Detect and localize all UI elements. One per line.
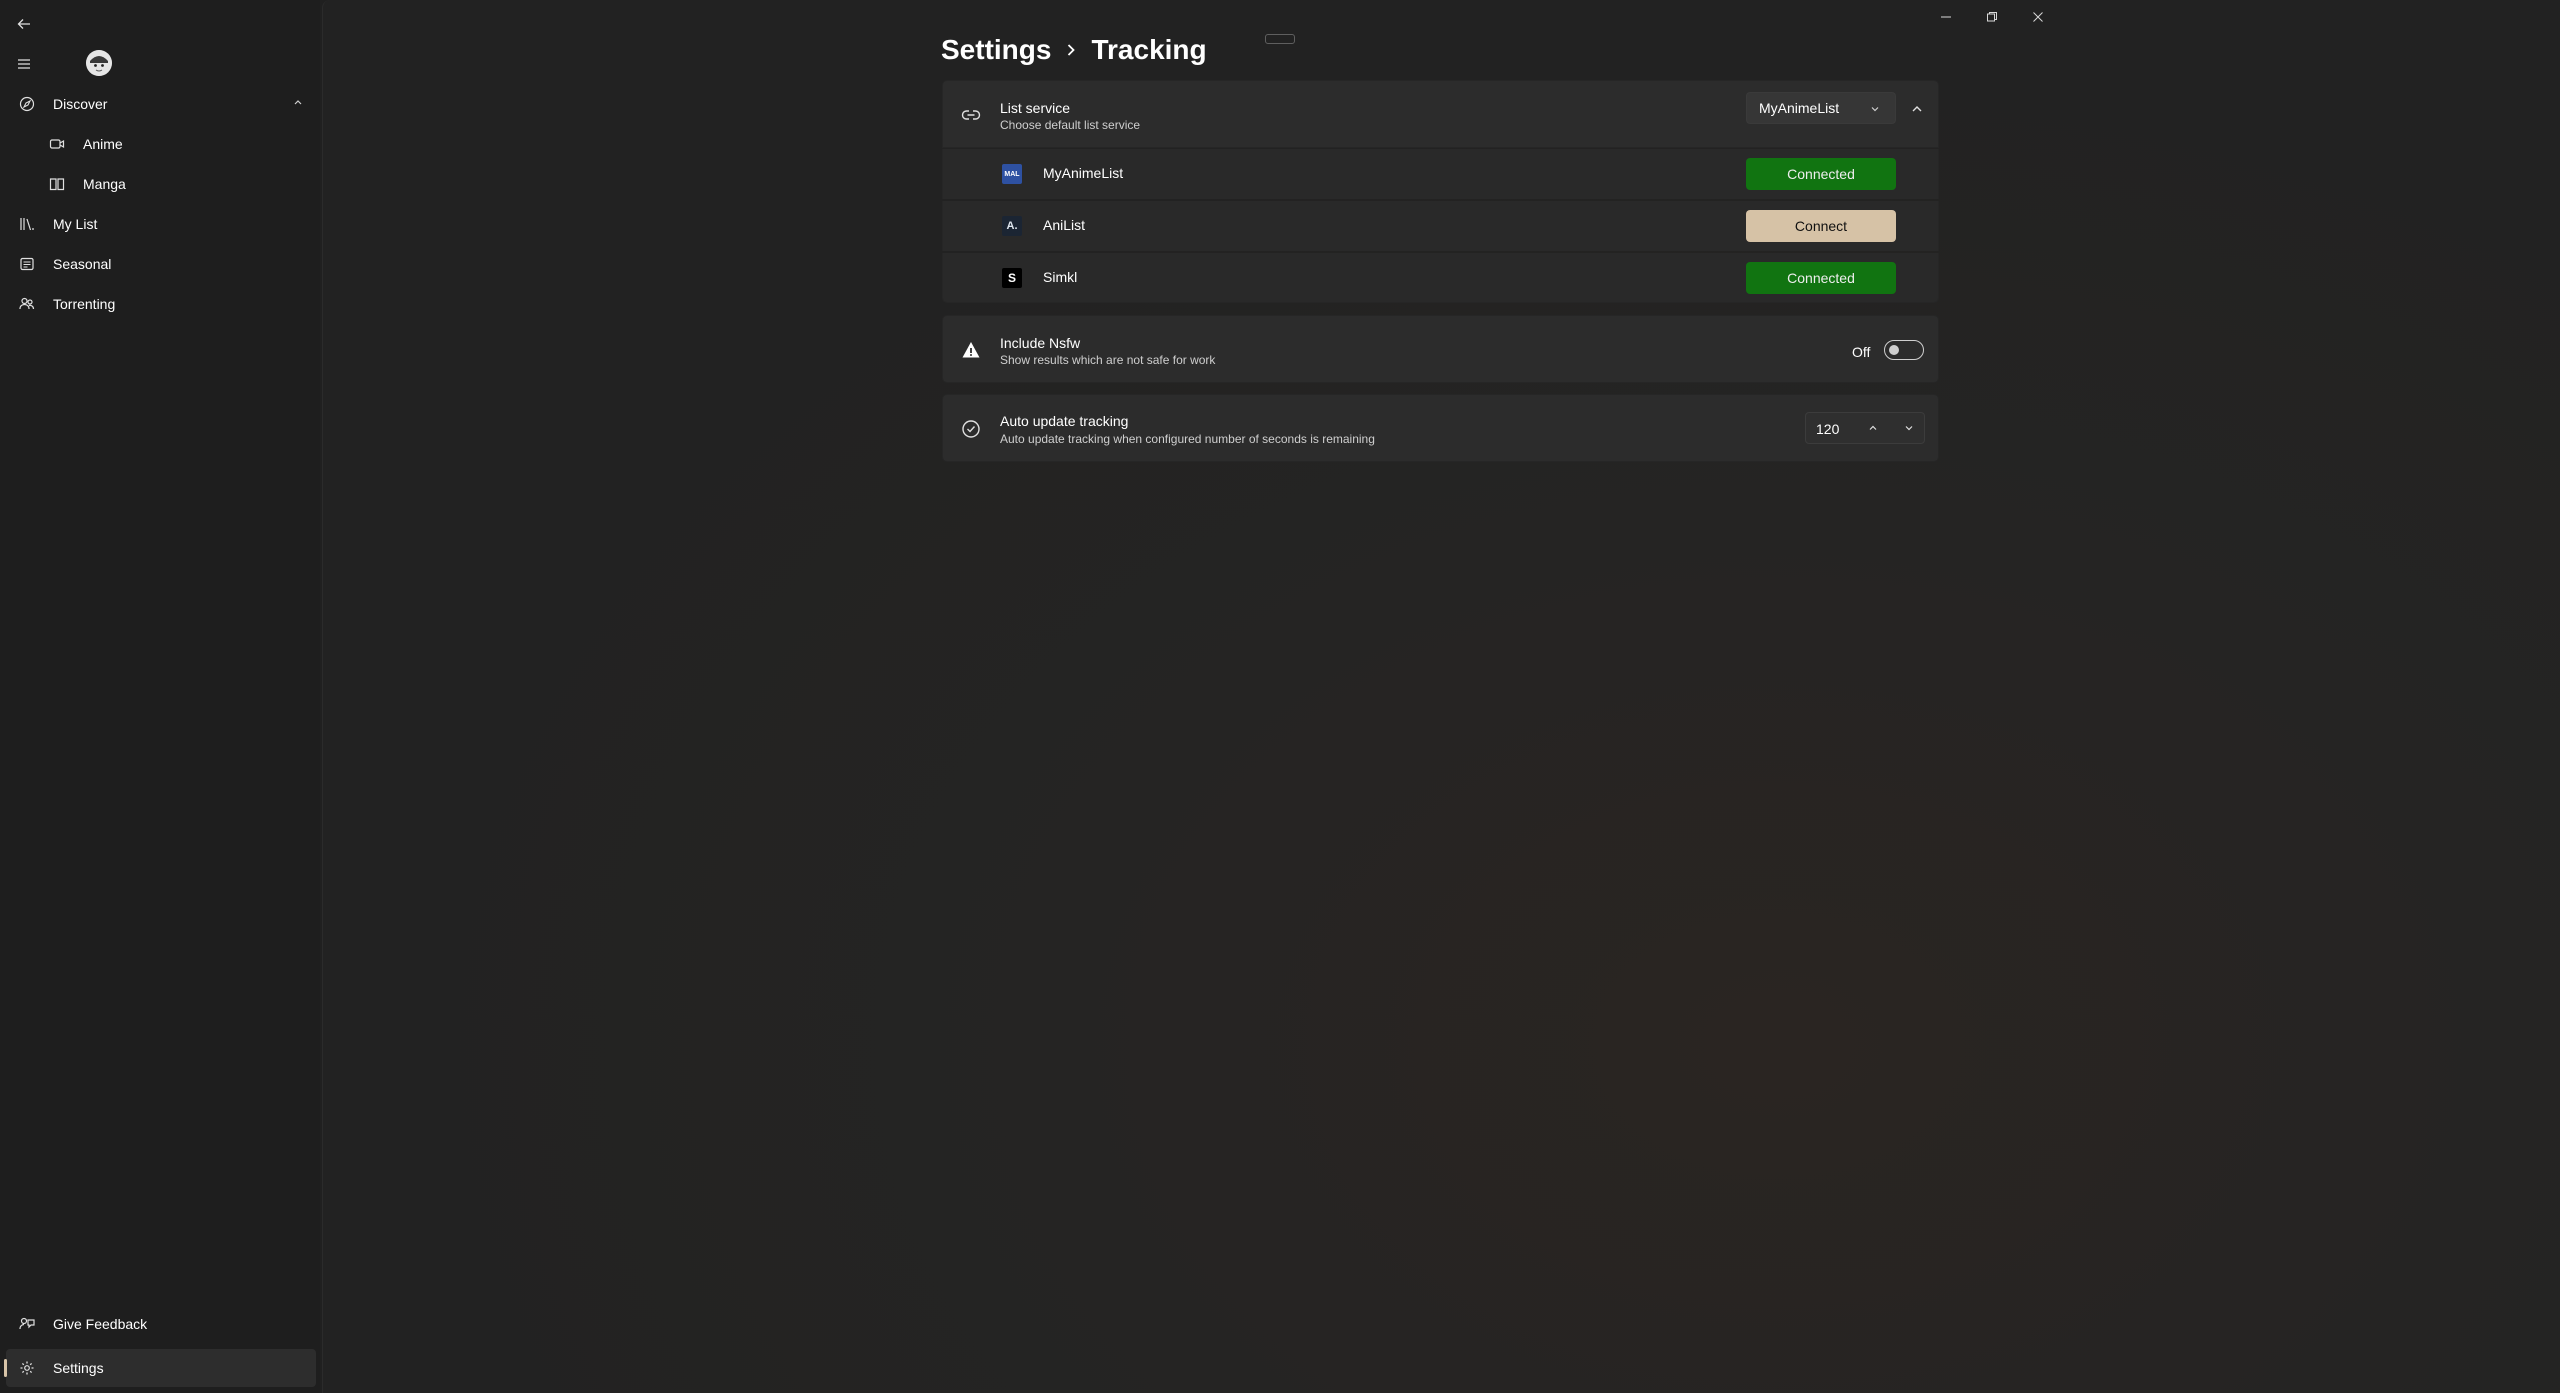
collapse-button[interactable]	[1903, 95, 1931, 123]
discover-icon	[16, 93, 38, 115]
toggle-state-label: Off	[1852, 344, 1871, 360]
anilist-logo-icon: A.	[1002, 216, 1022, 236]
sidebar-item-label: Torrenting	[53, 296, 116, 312]
hamburger-icon	[18, 59, 30, 69]
back-arrow-icon	[17, 19, 30, 29]
list-service-description: Choose default list service	[1000, 118, 1141, 132]
warning-icon	[959, 338, 983, 362]
restore-button[interactable]	[1969, 2, 2015, 32]
minimize-icon	[1941, 16, 1951, 18]
chevron-right-icon	[1065, 43, 1077, 57]
checkmark-circle-icon	[959, 417, 983, 441]
link-icon	[959, 103, 983, 127]
list-service-title: List service	[1000, 100, 1071, 116]
service-name: MyAnimeList	[1043, 165, 1124, 181]
sidebar-item-label: Settings	[53, 1360, 104, 1376]
minimize-button[interactable]	[1923, 2, 1969, 32]
chevron-up-icon	[1869, 425, 1877, 430]
breadcrumb-settings[interactable]: Settings	[941, 34, 1051, 66]
include-nsfw-title: Include Nsfw	[1000, 335, 1081, 351]
sidebar-item-label: Give Feedback	[53, 1316, 148, 1332]
close-icon	[2033, 12, 2043, 22]
avatar-face-icon	[86, 50, 112, 76]
dropdown-selected-value: MyAnimeList	[1759, 100, 1840, 116]
auto-update-description: Auto update tracking when configured num…	[1000, 432, 1375, 446]
calendar-icon	[16, 253, 38, 275]
hamburger-menu-button[interactable]	[12, 52, 36, 76]
sidebar-item-torrenting[interactable]: Torrenting	[6, 285, 316, 323]
feedback-icon	[16, 1313, 38, 1335]
chevron-up-icon[interactable]	[292, 96, 304, 108]
sidebar-item-manga[interactable]: Manga	[6, 165, 316, 203]
simkl-logo-icon: S	[1002, 268, 1022, 288]
service-name: Simkl	[1043, 269, 1078, 285]
sidebar-item-discover[interactable]: Discover	[6, 85, 316, 123]
book-icon	[46, 173, 68, 195]
service-name: AniList	[1043, 217, 1086, 233]
myanimelist-logo-icon: MAL	[1002, 164, 1022, 184]
sidebar-item-settings[interactable]: Settings	[4, 1349, 316, 1387]
people-icon	[16, 293, 38, 315]
breadcrumb: Settings Tracking	[941, 30, 1207, 70]
drag-handle[interactable]	[1265, 34, 1295, 44]
simkl-connected-button[interactable]: Connected	[1746, 262, 1896, 294]
list-service-dropdown[interactable]: MyAnimeList	[1746, 92, 1896, 124]
navigation-pane: Discover Anime Manga My List Seasonal To…	[0, 0, 320, 1393]
avatar[interactable]	[86, 50, 112, 76]
auto-update-title: Auto update tracking	[1000, 413, 1129, 429]
sidebar-item-label: Manga	[83, 176, 126, 192]
include-nsfw-description: Show results which are not safe for work	[1000, 353, 1216, 367]
restore-icon	[1987, 12, 1997, 22]
anilist-connect-button[interactable]: Connect	[1746, 210, 1896, 242]
sidebar-item-anime[interactable]: Anime	[6, 125, 316, 163]
sidebar-item-label: Seasonal	[53, 256, 112, 272]
chevron-up-icon	[1912, 106, 1922, 112]
decrement-button[interactable]	[1896, 416, 1922, 440]
breadcrumb-tracking: Tracking	[1091, 34, 1207, 65]
service-row-simkl: S Simkl Connected	[942, 253, 1939, 303]
sidebar-item-label: Discover	[53, 96, 108, 112]
sidebar-item-label: Anime	[83, 136, 123, 152]
list-service-card: List service Choose default list service…	[942, 80, 1939, 148]
selection-indicator	[4, 1359, 7, 1377]
chevron-down-icon	[1905, 426, 1913, 431]
toggle-knob	[1889, 345, 1899, 355]
sidebar-item-my-list[interactable]: My List	[6, 205, 316, 243]
sidebar-item-give-feedback[interactable]: Give Feedback	[6, 1305, 316, 1343]
include-nsfw-toggle[interactable]	[1884, 340, 1924, 360]
library-icon	[16, 213, 38, 235]
sidebar-item-seasonal[interactable]: Seasonal	[6, 245, 316, 283]
increment-button[interactable]	[1860, 416, 1886, 440]
video-icon	[46, 133, 68, 155]
back-button[interactable]	[12, 12, 36, 36]
auto-update-card: Auto update tracking Auto update trackin…	[942, 394, 1939, 462]
include-nsfw-card: Include Nsfw Show results which are not …	[942, 315, 1939, 383]
close-button[interactable]	[2015, 2, 2061, 32]
chevron-down-icon	[1869, 103, 1881, 115]
seconds-input[interactable]	[1806, 413, 1868, 445]
sidebar-item-label: My List	[53, 216, 98, 232]
auto-update-number-box	[1805, 412, 1925, 445]
service-row-myanimelist: MAL MyAnimeList Connected	[942, 149, 1939, 199]
service-row-anilist: A. AniList Connect	[942, 201, 1939, 251]
gear-icon	[16, 1357, 38, 1379]
myanimelist-connected-button[interactable]: Connected	[1746, 158, 1896, 190]
